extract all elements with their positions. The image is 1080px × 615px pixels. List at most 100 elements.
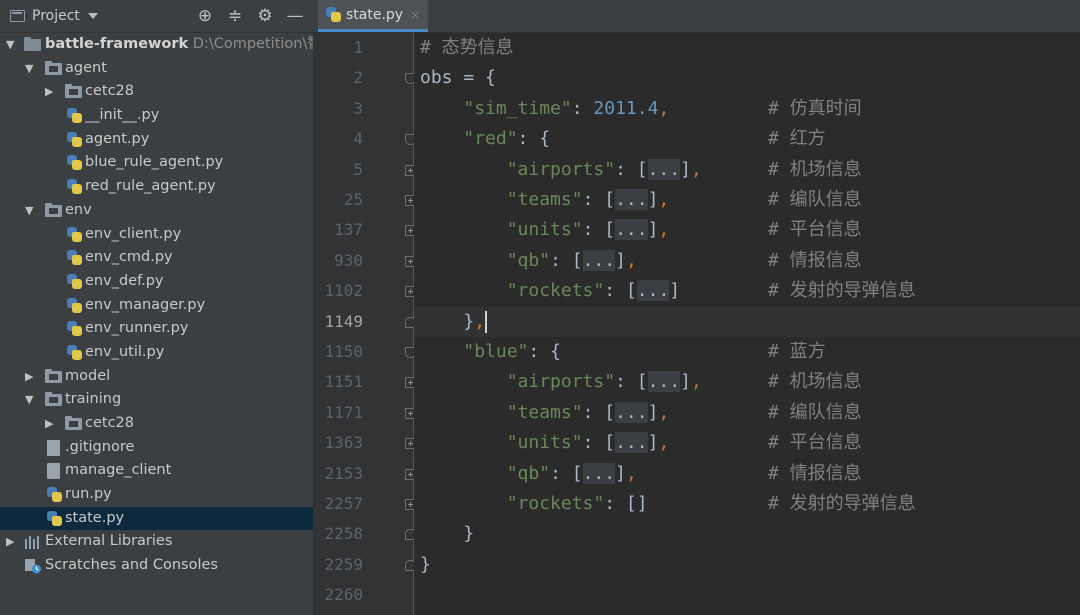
code-line: "rockets": [] xyxy=(506,493,648,514)
tree-item-label: External Libraries xyxy=(45,533,173,550)
tree-item-cetc28[interactable]: ▶ cetc28 xyxy=(0,80,313,104)
tree-item-agent[interactable]: ▼ agent xyxy=(0,57,313,81)
code-editor[interactable]: # 态势信息 obs = { "sim_time": 2011.4, # 仿真时间 … xyxy=(414,33,1080,615)
expand-arrow-icon[interactable]: ▼ xyxy=(25,199,33,223)
expand-arrow-icon[interactable]: ▼ xyxy=(25,388,33,412)
code-comment: # 平台信息 xyxy=(768,219,862,241)
tree-item-env-cmd-py[interactable]: env_cmd.py xyxy=(0,246,313,270)
folder-icon xyxy=(45,392,62,407)
tree-item-label: battle-framework xyxy=(45,36,189,52)
tree-item-run-py[interactable]: run.py xyxy=(0,483,313,507)
tree-item-env-def-py[interactable]: env_def.py xyxy=(0,270,313,294)
tree-item-training-cetc28[interactable]: ▶ cetc28 xyxy=(0,412,313,436)
python-file-icon xyxy=(67,131,82,147)
tree-item-label: training xyxy=(65,391,122,408)
line-number: 1150 xyxy=(324,342,363,361)
gear-icon[interactable]: ⚙ xyxy=(255,0,275,32)
line-number: 1149 xyxy=(324,311,363,331)
tree-item-env-runner-py[interactable]: env_runner.py xyxy=(0,317,313,341)
tree-item-manage-client[interactable]: manage_client xyxy=(0,459,313,483)
code-line: } xyxy=(420,523,475,545)
tree-item-env-client-py[interactable]: env_client.py xyxy=(0,223,313,247)
tree-item-env-util-py[interactable]: env_util.py xyxy=(0,341,313,365)
code-line: "blue": { xyxy=(463,341,561,362)
collapse-all-icon[interactable]: ≑ xyxy=(225,0,245,32)
project-title: Project xyxy=(32,8,80,24)
python-file-icon xyxy=(67,321,82,337)
expand-arrow-icon[interactable]: ▼ xyxy=(25,57,33,81)
tab-state-py[interactable]: state.py × xyxy=(318,0,429,32)
current-line-highlight xyxy=(414,306,1080,337)
minimize-icon[interactable]: — xyxy=(285,0,305,32)
line-number: 4 xyxy=(353,129,363,149)
close-icon[interactable]: × xyxy=(410,8,420,22)
code-line: }, xyxy=(420,310,488,333)
tree-item-agent-py[interactable]: agent.py xyxy=(0,128,313,152)
code-line: } xyxy=(420,553,431,575)
text-cursor xyxy=(485,310,488,333)
tree-item-label: manage_client xyxy=(65,462,172,479)
project-icon xyxy=(10,10,25,22)
line-number: 1 xyxy=(353,38,363,57)
code-line: "teams": [...], xyxy=(506,189,670,210)
code-comment: # 情报信息 xyxy=(768,249,862,271)
code-line: # 态势信息 xyxy=(420,37,514,58)
code-comment: # 平台信息 xyxy=(768,432,862,454)
project-toolbar: Project ⊕ ≑ ⚙ — xyxy=(0,0,313,33)
project-view-selector[interactable]: Project xyxy=(10,8,98,24)
python-file-icon xyxy=(47,487,62,503)
line-number: 1102 xyxy=(324,281,363,301)
tree-item-external-libraries[interactable]: ▶ External Libraries xyxy=(0,530,313,554)
expand-arrow-icon[interactable]: ▼ xyxy=(6,33,14,57)
collapse-arrow-icon[interactable]: ▶ xyxy=(6,530,14,554)
collapse-arrow-icon[interactable]: ▶ xyxy=(25,365,33,389)
code-comment: # 编队信息 xyxy=(768,189,862,210)
tree-item-model[interactable]: ▶ model xyxy=(0,365,313,389)
code-comment: # 机场信息 xyxy=(768,371,862,393)
tree-item-training[interactable]: ▼ training xyxy=(0,388,313,412)
tree-item-env-manager-py[interactable]: env_manager.py xyxy=(0,294,313,318)
line-number: 1171 xyxy=(324,402,363,422)
project-path: D:\Competition\智能 xyxy=(192,36,313,52)
project-tree: ▼ battle-framework D:\Competition\智能 ▼ a… xyxy=(0,33,313,578)
tab-label: state.py xyxy=(346,6,404,23)
tree-item-scratches-and-consoles[interactable]: Scratches and Consoles xyxy=(0,554,313,578)
tree-item-label: run.py xyxy=(65,486,112,503)
python-file-icon xyxy=(67,179,82,195)
tree-item-label: env xyxy=(65,201,92,218)
tree-item-gitignore[interactable]: .gitignore xyxy=(0,436,313,460)
tree-item-init-py[interactable]: __init__.py xyxy=(0,104,313,128)
python-file-icon xyxy=(67,250,82,266)
collapse-arrow-icon[interactable]: ▶ xyxy=(45,80,53,104)
tree-item-label: agent xyxy=(65,59,107,76)
collapse-arrow-icon[interactable]: ▶ xyxy=(45,412,53,436)
locate-icon[interactable]: ⊕ xyxy=(195,0,215,32)
tree-item-blue-rule-agent-py[interactable]: blue_rule_agent.py xyxy=(0,151,313,175)
line-number: 2153 xyxy=(324,463,363,483)
project-panel: Project ⊕ ≑ ⚙ — ▼ battle-framework D:\Co… xyxy=(0,0,313,615)
line-number: 1151 xyxy=(324,372,363,392)
code-comment: # 发射的导弹信息 xyxy=(768,493,916,514)
scratch-icon xyxy=(24,558,42,574)
line-number: 2 xyxy=(353,68,363,88)
tree-item-label: env_client.py xyxy=(85,225,182,242)
tree-item-label: .gitignore xyxy=(65,438,135,455)
tree-item-state-py[interactable]: state.py xyxy=(0,506,313,531)
tree-item-label: cetc28 xyxy=(85,83,135,100)
line-number: 1363 xyxy=(324,433,363,453)
line-number: 25 xyxy=(343,190,363,209)
tree-item-label: agent.py xyxy=(85,130,150,147)
python-file-icon xyxy=(67,297,82,313)
folder-icon xyxy=(65,416,82,430)
tree-item-battle-framework[interactable]: ▼ battle-framework D:\Competition\智能 xyxy=(0,33,313,57)
tree-item-env[interactable]: ▼ env xyxy=(0,199,313,223)
folder-icon xyxy=(24,37,41,51)
code-line: "teams": [...], xyxy=(506,401,670,423)
folder-icon xyxy=(45,368,62,383)
tree-item-label: model xyxy=(65,367,111,384)
code-comment: # 编队信息 xyxy=(768,401,862,423)
folder-icon xyxy=(65,84,82,99)
line-number: 137 xyxy=(334,220,363,240)
tree-item-red-rule-agent-py[interactable]: red_rule_agent.py xyxy=(0,175,313,199)
code-line: "qb": [...], xyxy=(506,249,637,271)
